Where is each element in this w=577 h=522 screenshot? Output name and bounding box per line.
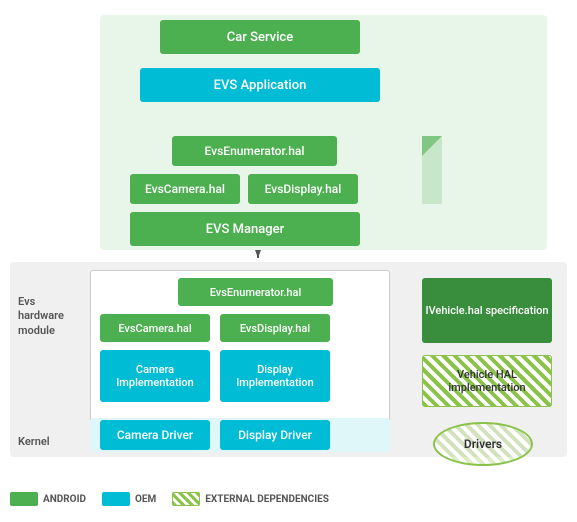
legend-oem: OEM — [102, 492, 156, 506]
legend-external-color — [172, 492, 200, 506]
display-implementation-box: Display Implementation — [220, 350, 330, 402]
evs-camera-bottom-label: EvsCamera.hal — [118, 322, 191, 335]
evs-application-box: EVS Application — [140, 68, 380, 102]
evs-camera-top-label: EvsCamera.hal — [145, 182, 225, 196]
ivehicle-spec-box: IVehicle.hal specification — [422, 278, 552, 343]
legend-oem-color — [102, 492, 130, 506]
ivehicle-spec-label: IVehicle.hal specification — [425, 304, 548, 317]
evs-enumerator-top-box: EvsEnumerator.hal — [172, 136, 337, 166]
evs-display-top-box: EvsDisplay.hal — [248, 174, 358, 204]
camera-driver-label: Camera Driver — [117, 428, 193, 442]
evs-hardware-label: Evshardwaremodule — [18, 295, 83, 338]
car-service-box: Car Service — [160, 20, 360, 54]
legend: ANDROID OEM EXTERNAL DEPENDENCIES — [10, 484, 567, 514]
legend-android-color — [10, 492, 38, 506]
display-implementation-label: Display Implementation — [220, 363, 330, 389]
vehicle-hal-box: Vehicle HAL implementation — [422, 355, 552, 407]
display-driver-box: Display Driver — [220, 420, 330, 450]
evs-enumerator-bottom-box: EvsEnumerator.hal — [178, 278, 333, 306]
legend-oem-label: OEM — [135, 494, 156, 505]
evs-enumerator-bottom-label: EvsEnumerator.hal — [210, 286, 302, 299]
fold-decoration — [422, 136, 442, 204]
camera-driver-box: Camera Driver — [100, 420, 210, 450]
diagram: Car Service EVS Application EvsEnumerato… — [0, 0, 577, 522]
display-driver-label: Display Driver — [238, 428, 312, 442]
evs-display-top-label: EvsDisplay.hal — [265, 182, 342, 196]
evs-display-bottom-box: EvsDisplay.hal — [220, 314, 330, 342]
drivers-ellipse: Drivers — [433, 422, 533, 466]
vehicle-hal-label: Vehicle HAL implementation — [423, 368, 551, 394]
evs-manager-label: EVS Manager — [206, 222, 284, 237]
car-service-label: Car Service — [227, 30, 293, 45]
evs-display-bottom-label: EvsDisplay.hal — [240, 322, 310, 335]
drivers-label: Drivers — [464, 437, 502, 451]
evs-application-label: EVS Application — [214, 78, 307, 93]
legend-external-label: EXTERNAL DEPENDENCIES — [205, 494, 329, 505]
legend-external: EXTERNAL DEPENDENCIES — [172, 492, 329, 506]
evs-manager-box: EVS Manager — [130, 212, 360, 246]
evs-camera-top-box: EvsCamera.hal — [130, 174, 240, 204]
legend-android-label: ANDROID — [43, 494, 86, 505]
evs-camera-bottom-box: EvsCamera.hal — [100, 314, 210, 342]
camera-implementation-label: Camera Implementation — [100, 363, 210, 389]
camera-implementation-box: Camera Implementation — [100, 350, 210, 402]
evs-enumerator-top-label: EvsEnumerator.hal — [205, 144, 305, 158]
kernel-label: Kernel — [18, 435, 50, 449]
legend-android: ANDROID — [10, 492, 86, 506]
